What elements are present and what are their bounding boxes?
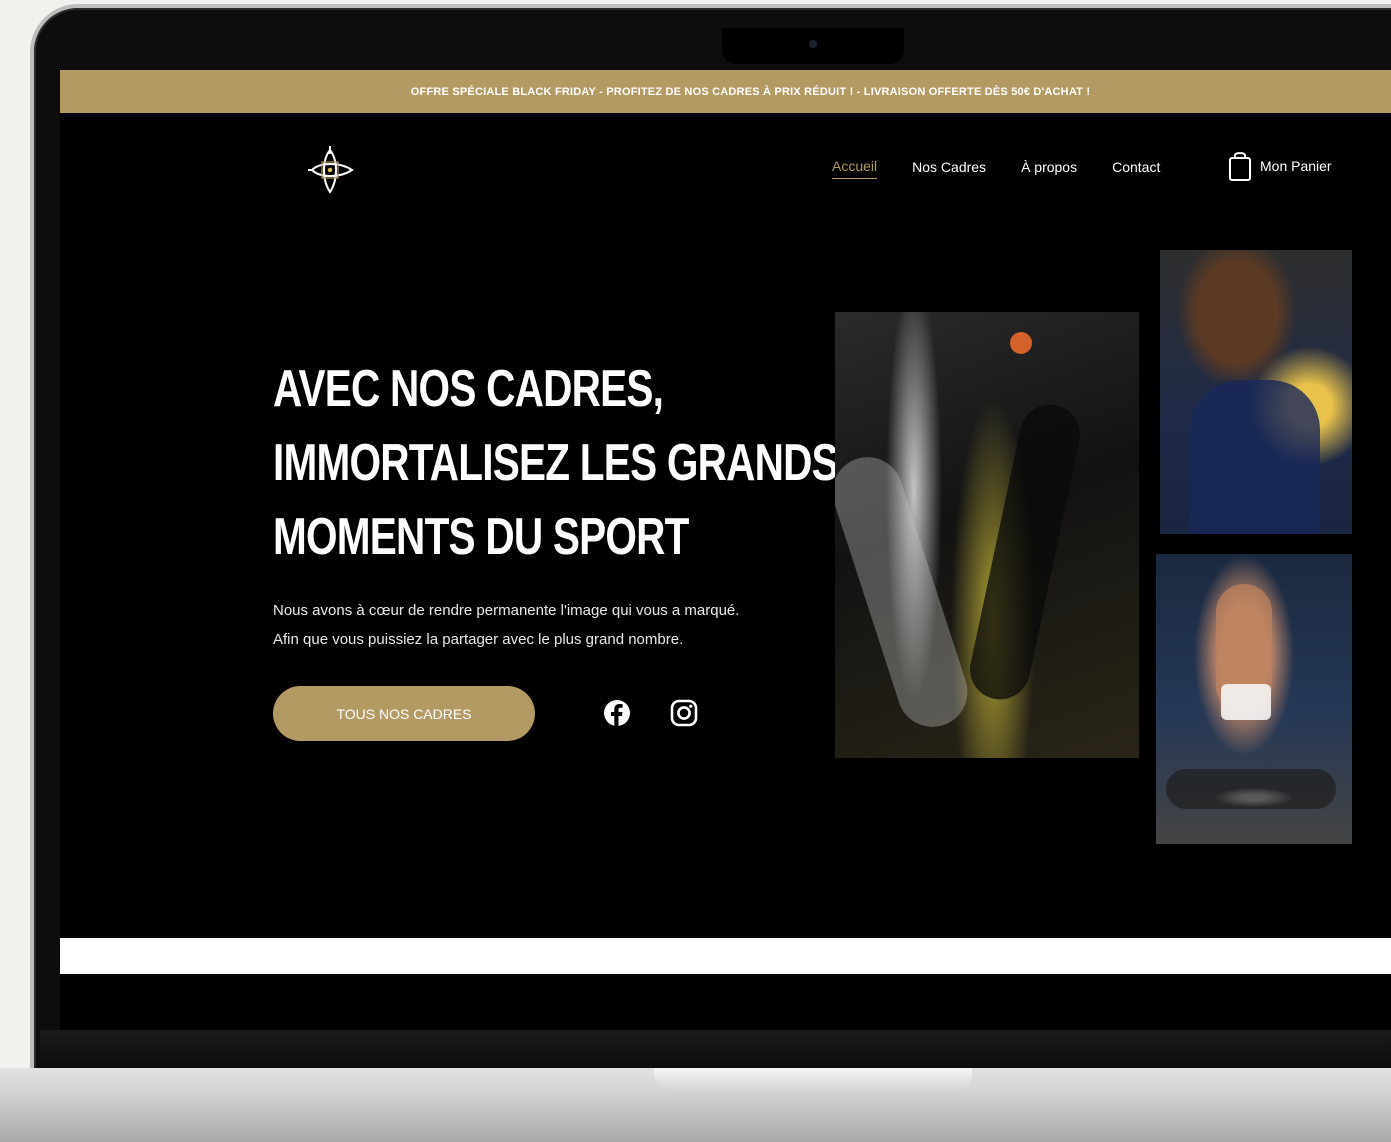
laptop-mockup: OFFRE SPÉCIALE BLACK FRIDAY - PROFITEZ D… (0, 0, 1391, 1142)
hero-title-line: IMMORTALISEZ LES GRANDS (273, 434, 839, 492)
facebook-icon[interactable] (602, 698, 632, 728)
promo-text: OFFRE SPÉCIALE BLACK FRIDAY - PROFITEZ D… (410, 85, 1091, 98)
hero-description-line: Afin que vous puissiez la partager avec … (273, 631, 684, 648)
hero-title: AVEC NOS CADRES, IMMORTALISEZ LES GRANDS… (273, 352, 839, 574)
nav-link-a-propos[interactable]: À propos (1021, 159, 1077, 179)
instagram-icon[interactable] (669, 698, 699, 728)
boxing-frame-image[interactable] (1156, 554, 1352, 844)
hero-title-line: MOMENTS DU SPORT (273, 508, 689, 566)
website-screen: OFFRE SPÉCIALE BLACK FRIDAY - PROFITEZ D… (60, 70, 1391, 1030)
hero-title-line: AVEC NOS CADRES, (273, 360, 664, 418)
promo-bar: OFFRE SPÉCIALE BLACK FRIDAY - PROFITEZ D… (60, 70, 1391, 113)
laptop-opening-notch (654, 1068, 972, 1094)
nav-link-nos-cadres[interactable]: Nos Cadres (912, 159, 986, 179)
cart-label: Mon Panier (1260, 158, 1332, 174)
football-frame-image[interactable] (1160, 250, 1352, 534)
logo-icon[interactable] (300, 140, 360, 200)
camera-icon (809, 40, 817, 48)
shopping-bag-icon (1229, 152, 1251, 181)
next-section-strip (60, 938, 1391, 974)
hero-description-line: Nous avons à cœur de rendre permanente l… (273, 602, 740, 619)
main-nav: Accueil Nos Cadres À propos Contact (832, 158, 1195, 179)
basketball-frame-image[interactable] (835, 312, 1139, 758)
all-frames-button[interactable]: TOUS NOS CADRES (273, 686, 535, 741)
nav-link-contact[interactable]: Contact (1112, 159, 1160, 179)
hero-description: Nous avons à cœur de rendre permanente l… (273, 596, 833, 654)
nav-link-accueil[interactable]: Accueil (832, 158, 878, 179)
cart-button[interactable]: Mon Panier (1228, 150, 1332, 182)
